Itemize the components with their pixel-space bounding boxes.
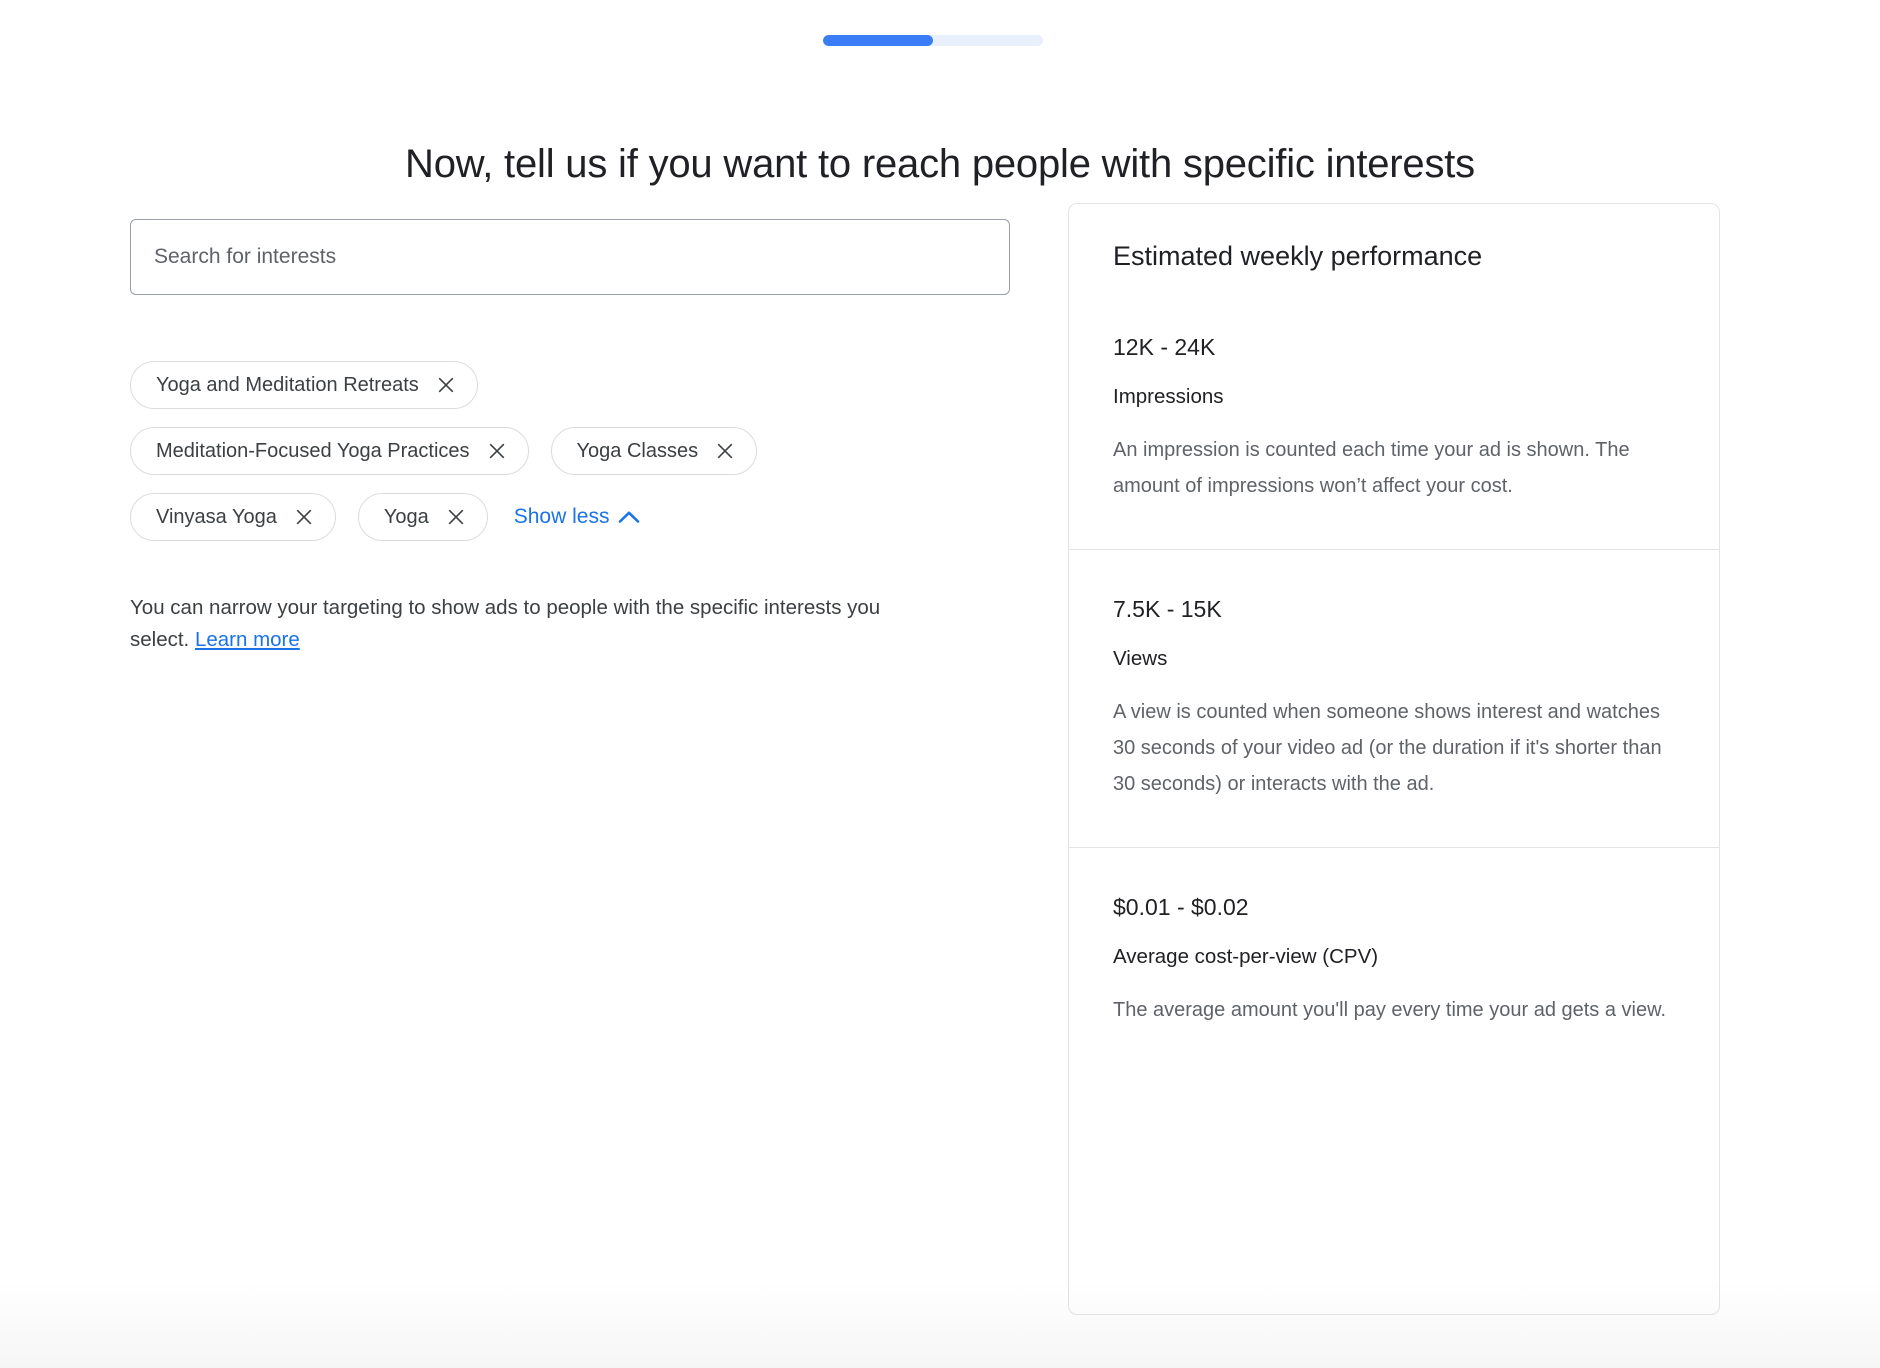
interest-chip[interactable]: Yoga [358, 493, 488, 541]
interest-chip-label: Yoga Classes [577, 440, 699, 463]
progress-bar [823, 35, 1043, 46]
metric-spacer [1113, 1028, 1675, 1073]
close-icon[interactable] [715, 441, 735, 461]
show-less-button[interactable]: Show less [514, 505, 641, 529]
chevron-up-icon [618, 510, 640, 524]
metric-description: A view is counted when someone shows int… [1113, 694, 1675, 802]
interest-chip-label: Yoga and Meditation Retreats [156, 374, 419, 397]
page-root: Now, tell us if you want to reach people… [0, 0, 1880, 1368]
interest-chip-label: Yoga [384, 506, 429, 529]
interest-chip[interactable]: Yoga and Meditation Retreats [130, 361, 478, 409]
metric-name: Average cost-per-view (CPV) [1113, 944, 1675, 970]
interest-chip[interactable]: Vinyasa Yoga [130, 493, 336, 541]
interest-chip[interactable]: Meditation-Focused Yoga Practices [130, 427, 529, 475]
close-icon[interactable] [446, 507, 466, 527]
performance-metric: 7.5K - 15K Views A view is counted when so… [1069, 550, 1719, 847]
interest-chip[interactable]: Yoga Classes [551, 427, 758, 475]
metric-value: $0.01 - $0.02 [1113, 892, 1675, 922]
metric-description: An impression is counted each time your … [1113, 432, 1675, 504]
search-input[interactable] [152, 244, 988, 270]
performance-metric: $0.01 - $0.02 Average cost-per-view (CPV)… [1069, 848, 1719, 1073]
metric-spacer [1113, 504, 1675, 549]
performance-metrics-list: 12K - 24K Impressions An impression is cou… [1069, 273, 1719, 1073]
interest-chip-label: Meditation-Focused Yoga Practices [156, 440, 470, 463]
search-interests-field[interactable] [130, 219, 1010, 295]
performance-card-title: Estimated weekly performance [1069, 204, 1719, 273]
metric-value: 7.5K - 15K [1113, 594, 1675, 624]
metric-value: 12K - 24K [1113, 332, 1675, 362]
interests-helper-text: You can narrow your targeting to show ad… [130, 592, 945, 656]
metric-name: Views [1113, 646, 1675, 672]
performance-metric: 12K - 24K Impressions An impression is cou… [1069, 273, 1719, 549]
selected-interest-chips: Yoga and Meditation Retreats Meditation-F… [130, 361, 890, 541]
page-title: Now, tell us if you want to reach people… [0, 139, 1880, 189]
close-icon[interactable] [436, 375, 456, 395]
interest-chip-label: Vinyasa Yoga [156, 506, 277, 529]
metric-spacer [1113, 802, 1675, 847]
metric-name: Impressions [1113, 384, 1675, 410]
close-icon[interactable] [487, 441, 507, 461]
progress-bar-fill [823, 35, 933, 46]
close-icon[interactable] [294, 507, 314, 527]
estimated-performance-card: Estimated weekly performance 12K - 24K Im… [1068, 203, 1720, 1315]
show-less-label: Show less [514, 505, 610, 529]
learn-more-link[interactable]: Learn more [195, 628, 300, 651]
interests-panel: Yoga and Meditation Retreats Meditation-F… [130, 219, 1010, 677]
metric-description: The average amount you'll pay every time… [1113, 992, 1675, 1028]
